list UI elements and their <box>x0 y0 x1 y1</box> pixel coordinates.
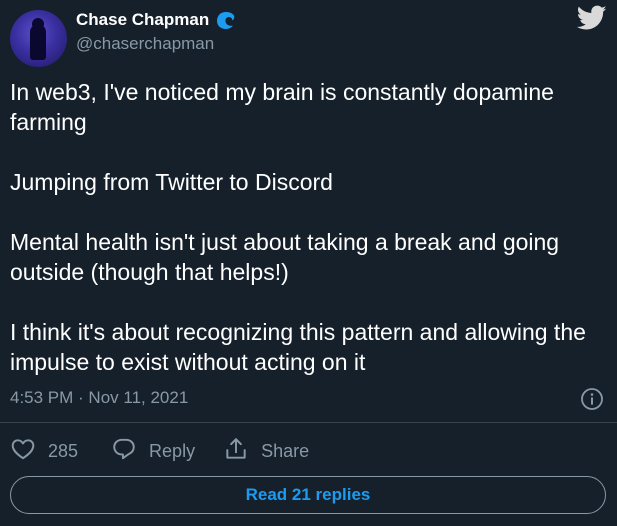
wave-icon <box>215 10 237 30</box>
divider <box>0 422 617 423</box>
reply-bubble-icon <box>111 436 137 467</box>
like-count: 285 <box>48 440 79 461</box>
read-replies-button[interactable]: Read 21 replies <box>10 476 606 514</box>
like-button[interactable]: 285 <box>10 436 78 467</box>
share-button[interactable]: Share <box>223 436 309 467</box>
tweet-paragraph: I think it's about recognizing this patt… <box>10 319 586 375</box>
heart-icon <box>10 436 36 467</box>
reply-label: Reply <box>149 440 196 461</box>
reply-button[interactable]: Reply <box>111 436 195 467</box>
tweet-paragraph: In web3, I've noticed my brain is consta… <box>10 79 554 135</box>
avatar[interactable] <box>10 10 67 67</box>
author-handle[interactable]: @chaserchapman <box>76 34 214 54</box>
tweet-timestamp[interactable]: 4:53 PM · Nov 11, 2021 <box>10 388 188 408</box>
info-icon[interactable] <box>580 387 604 411</box>
tweet-paragraph: Mental health isn't just about taking a … <box>10 229 560 285</box>
share-icon <box>223 436 249 467</box>
tweet-paragraph: Jumping from Twitter to Discord <box>10 169 333 195</box>
tweet-text: In web3, I've noticed my brain is consta… <box>10 77 610 377</box>
action-bar: 285 Reply Share <box>10 436 309 466</box>
share-label: Share <box>261 440 310 461</box>
avatar-figure-body <box>30 24 46 60</box>
twitter-bird-icon[interactable] <box>576 5 607 31</box>
tweet-card: Chase Chapman @chaserchapman In web3, I'… <box>0 0 617 526</box>
author-name-row: Chase Chapman <box>76 9 237 31</box>
display-name[interactable]: Chase Chapman <box>76 10 209 30</box>
